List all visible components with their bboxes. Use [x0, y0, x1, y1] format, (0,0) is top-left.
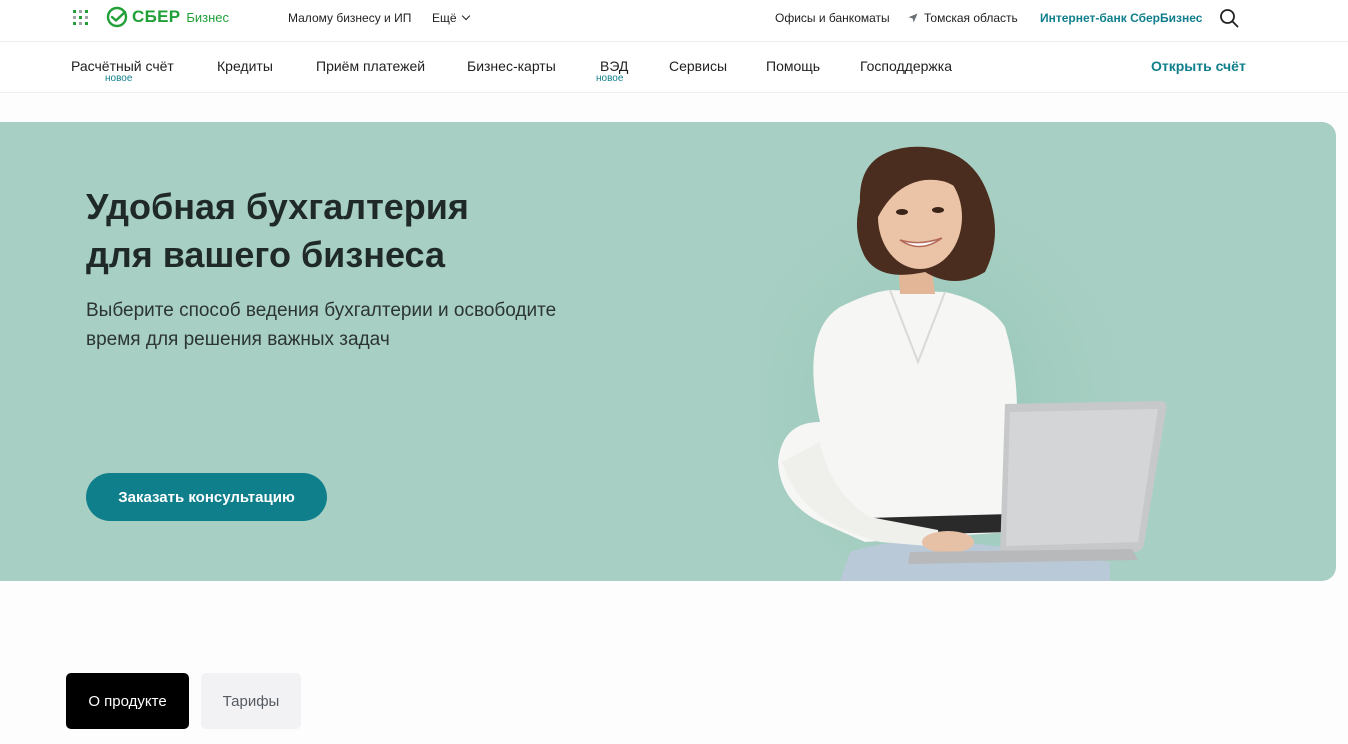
sber-logo[interactable]: СБЕР Бизнес: [106, 6, 229, 28]
tab-about-product[interactable]: О продукте: [66, 673, 189, 729]
hero-subtitle-line: Выберите способ ведения бухгалтерии и ос…: [86, 300, 557, 321]
region-selector[interactable]: Томская область: [908, 11, 1018, 25]
offices-link[interactable]: Офисы и банкоматы: [775, 11, 890, 25]
top-bar: СБЕР Бизнес Малому бизнесу и ИП Ещё Офис…: [0, 0, 1348, 42]
nav-item-credits[interactable]: Кредиты: [217, 58, 273, 74]
nav-badge-new: новое: [596, 73, 624, 84]
hero-title-line: Удобная бухгалтерия: [86, 186, 469, 227]
nav-badge-new: новое: [105, 73, 133, 84]
more-label: Ещё: [432, 11, 457, 25]
segment-link[interactable]: Малому бизнесу и ИП: [288, 11, 411, 25]
hero-title-line: для вашего бизнеса: [86, 234, 445, 275]
tab-tariffs[interactable]: Тарифы: [201, 673, 301, 729]
main-nav: Расчётный счёт новое Кредиты Приём плате…: [0, 43, 1348, 93]
logo-subtitle: Бизнес: [186, 9, 230, 25]
nav-item-cards[interactable]: Бизнес-карты: [467, 58, 556, 74]
open-account-link[interactable]: Открыть счёт: [1151, 58, 1246, 74]
nav-item-ved[interactable]: ВЭД: [600, 58, 628, 74]
region-label: Томская область: [924, 11, 1018, 25]
hero-illustration: [760, 146, 1167, 581]
search-icon[interactable]: [1219, 8, 1239, 28]
nav-item-services[interactable]: Сервисы: [669, 58, 727, 74]
nav-item-account[interactable]: Расчётный счёт: [71, 58, 174, 74]
nav-item-help[interactable]: Помощь: [766, 58, 820, 74]
hero-banner: Удобная бухгалтерия для вашего бизнеса В…: [0, 122, 1336, 581]
apps-grid-icon[interactable]: [73, 10, 88, 25]
more-menu[interactable]: Ещё: [432, 11, 470, 25]
order-consultation-button[interactable]: Заказать консультацию: [86, 473, 327, 521]
hero-subtitle-line: время для решения важных задач: [86, 329, 390, 350]
chevron-down-icon: [461, 11, 470, 21]
hero-title: Удобная бухгалтерия для вашего бизнеса: [86, 183, 646, 279]
internet-bank-link[interactable]: Интернет-банк СберБизнес: [1040, 11, 1202, 25]
nav-item-payments[interactable]: Приём платежей: [316, 58, 425, 74]
logo-text: СБЕР: [132, 7, 181, 26]
hero-subtitle: Выберите способ ведения бухгалтерии и ос…: [86, 296, 626, 354]
sber-logo-icon: [106, 6, 128, 28]
nav-item-gov-support[interactable]: Господдержка: [860, 58, 952, 74]
location-arrow-icon: [908, 13, 918, 23]
